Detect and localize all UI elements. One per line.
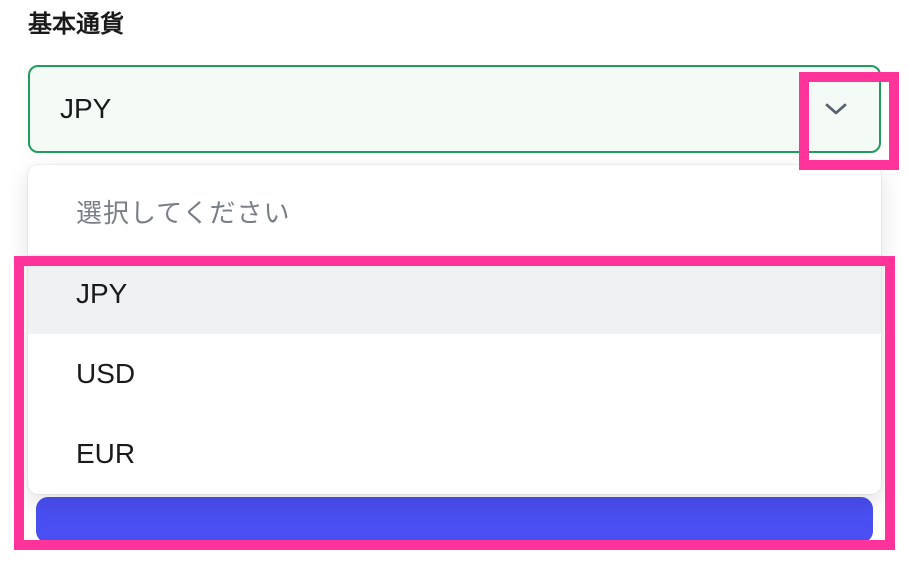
chevron-down-icon[interactable] xyxy=(821,94,851,124)
currency-select-value: JPY xyxy=(60,93,111,125)
currency-option-jpy[interactable]: JPY xyxy=(28,254,881,334)
currency-dropdown-placeholder: 選択してください xyxy=(28,165,881,254)
currency-option-eur[interactable]: EUR xyxy=(28,414,881,494)
currency-select[interactable]: JPY xyxy=(28,65,881,153)
currency-option-usd[interactable]: USD xyxy=(28,334,881,414)
currency-select-container: JPY 選択してください JPY USD EUR xyxy=(28,65,881,494)
bottom-bar xyxy=(36,497,873,543)
base-currency-label: 基本通貨 xyxy=(28,0,881,65)
currency-dropdown: 選択してください JPY USD EUR xyxy=(28,165,881,494)
